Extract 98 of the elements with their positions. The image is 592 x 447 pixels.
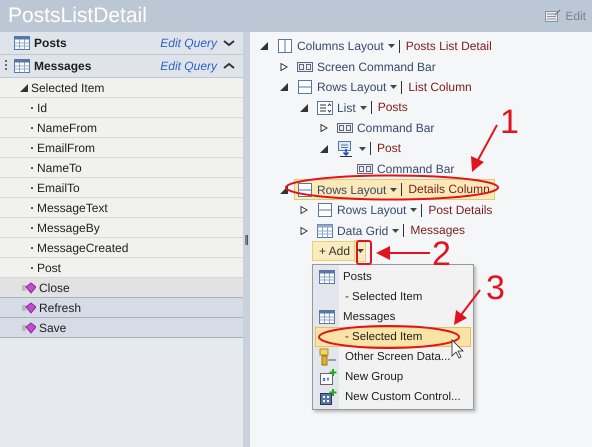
collapsed-triangle-icon[interactable] [300, 226, 308, 235]
expanded-triangle-icon[interactable] [300, 104, 308, 112]
caret-icon[interactable] [359, 146, 366, 151]
control-name: Data Grid [337, 224, 388, 238]
drag-handle-icon[interactable] [4, 58, 8, 70]
command-name: Save [39, 320, 66, 334]
chevron-down-icon[interactable] [223, 38, 235, 48]
control-name: Screen Command Bar [317, 60, 436, 74]
control-name: Command Bar [357, 121, 434, 136]
control-name: Command Bar [377, 162, 454, 176]
caret-icon[interactable] [392, 228, 400, 233]
data-grid-icon [317, 224, 333, 238]
tree-node[interactable]: Screen Command Bar [294, 56, 441, 78]
control-name: List [337, 100, 356, 115]
tree-node[interactable]: Command Bar [334, 118, 440, 139]
caret-icon[interactable] [360, 106, 367, 110]
rows-layout-icon [317, 202, 333, 218]
collapsed-triangle-icon[interactable] [300, 206, 308, 214]
menu-item[interactable]: - Selected Item [315, 287, 471, 307]
caret-icon[interactable] [388, 44, 395, 48]
new-group-icon [319, 368, 337, 386]
custom-control-icon [319, 388, 337, 406]
tree-node[interactable]: Columns Layout Posts List Detail [274, 36, 497, 57]
splitter-grip-icon[interactable] [245, 234, 248, 244]
expanded-triangle-icon[interactable] [280, 83, 288, 92]
tree-node[interactable]: Post [334, 138, 406, 160]
command-name: Refresh [39, 300, 82, 314]
callout-number: 1 [500, 103, 519, 141]
menu-item[interactable]: New Group [315, 367, 471, 387]
item-icon [337, 140, 355, 158]
command-name: Close [39, 280, 70, 294]
command-bar-icon [297, 60, 313, 73]
binding-name: Post Details [421, 204, 492, 217]
property-label[interactable]: EmailFrom [37, 140, 96, 154]
collection-name: Messages [34, 59, 92, 73]
expanded-triangle-icon[interactable] [20, 84, 28, 92]
collection-name: Posts [34, 36, 68, 50]
callout-number: 3 [486, 269, 505, 307]
columns-layout-icon [277, 38, 293, 54]
edit-query-link[interactable]: Edit Query [160, 36, 217, 50]
binding-name: Posts List Detail [398, 40, 492, 53]
caret-icon[interactable] [390, 188, 398, 192]
tree-node[interactable]: Command Bar [354, 158, 460, 180]
screen-title: PostsListDetail [8, 4, 147, 28]
table-icon [14, 59, 30, 73]
caret-icon [356, 249, 364, 253]
tree-node[interactable]: Rows Layout List Column [294, 76, 477, 98]
property-label[interactable]: Post [37, 260, 62, 274]
annotation-arrow [376, 246, 430, 260]
caret-icon[interactable] [410, 208, 418, 212]
command-row[interactable]: Refresh [0, 298, 243, 318]
chevron-up-icon[interactable] [223, 61, 235, 71]
menu-item[interactable]: New Custom Control... [315, 387, 471, 407]
menu-item[interactable]: Other Screen Data... [315, 347, 471, 367]
collapsed-triangle-icon[interactable] [320, 124, 328, 132]
edit-query-link[interactable]: Edit Query [160, 59, 217, 73]
control-name: Rows Layout [337, 203, 406, 218]
add-button[interactable]: + Add [312, 241, 354, 261]
data-source-icon [319, 348, 337, 366]
control-name: Rows Layout [317, 182, 386, 197]
control-name: Rows Layout [317, 80, 386, 94]
highlight-rectangle [356, 240, 372, 265]
binding-name: Details Column [401, 183, 490, 196]
annotation-arrow [471, 124, 498, 172]
tree-node[interactable]: Rows Layout Post Details [314, 200, 498, 221]
collection-header[interactable]: Messages Edit Query [0, 55, 243, 78]
table-icon [14, 36, 30, 50]
tree-node[interactable]: List Posts [314, 97, 413, 118]
property-label[interactable]: NameFrom [37, 120, 98, 134]
collapsed-triangle-icon[interactable] [280, 62, 288, 71]
property-label[interactable]: NameTo [37, 160, 82, 174]
binding-name: Post [370, 142, 402, 156]
method-icon [22, 282, 36, 294]
command-bar-icon [337, 122, 353, 134]
table-icon [319, 310, 335, 324]
property-label[interactable]: EmailTo [37, 180, 80, 194]
property-label[interactable]: Id [37, 100, 48, 114]
command-row[interactable]: Close [0, 278, 243, 298]
annotation-arrow [454, 289, 481, 325]
rows-layout-icon [297, 79, 313, 96]
expanded-triangle-icon[interactable] [320, 144, 328, 153]
edit-icon [545, 9, 562, 23]
caret-icon[interactable] [390, 85, 398, 90]
collection-header[interactable]: Posts Edit Query [0, 32, 243, 55]
control-name: Columns Layout [297, 39, 384, 54]
method-icon [22, 322, 36, 334]
command-row[interactable]: Save [0, 318, 243, 338]
expanded-triangle-icon[interactable] [280, 186, 288, 194]
property-label[interactable]: MessageBy [37, 220, 100, 234]
binding-name: List Column [401, 80, 472, 94]
method-icon [22, 302, 36, 314]
mouse-cursor-icon [452, 339, 464, 359]
binding-name: Posts [370, 101, 408, 114]
expanded-triangle-icon[interactable] [260, 42, 268, 50]
table-icon [319, 270, 335, 284]
binding-name: Messages [403, 224, 466, 238]
command-bar-icon [357, 163, 373, 176]
list-icon [317, 100, 333, 116]
